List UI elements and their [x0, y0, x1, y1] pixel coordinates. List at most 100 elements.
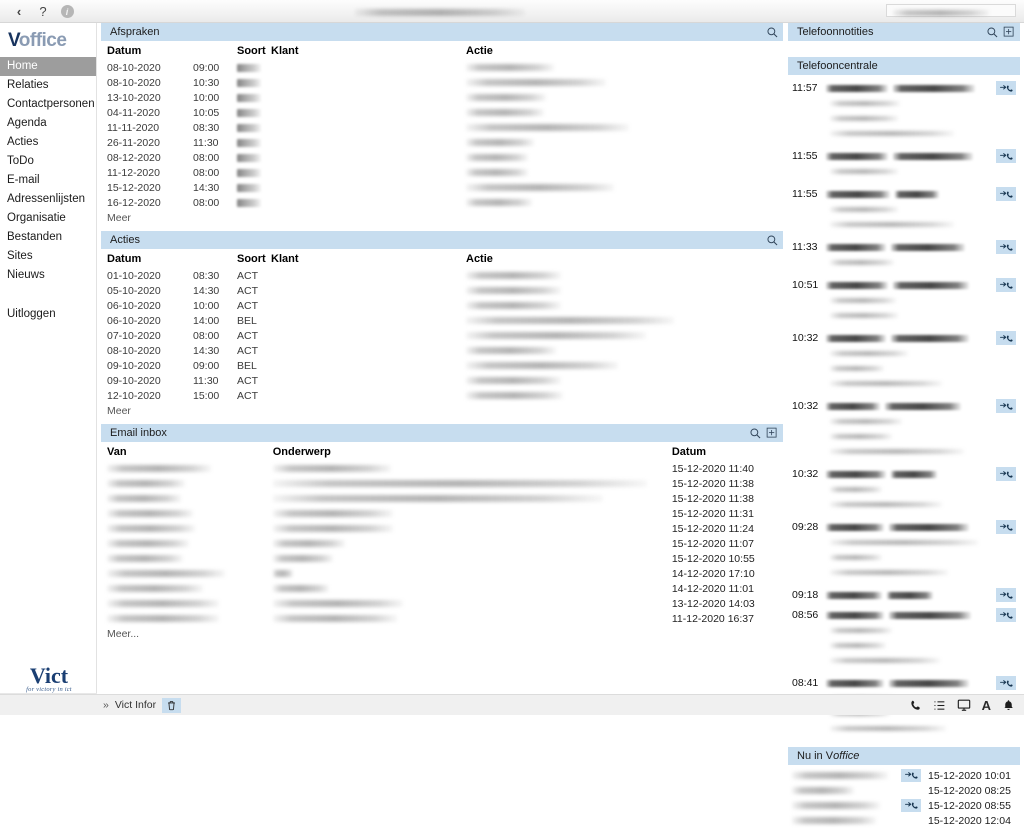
call-icon[interactable]: [901, 769, 921, 782]
telefooncentrale-entry[interactable]: 11:55: [788, 184, 1020, 237]
call-icon[interactable]: [996, 608, 1016, 622]
telefooncentrale-entry[interactable]: 09:18: [788, 585, 1020, 605]
call-icon[interactable]: [996, 467, 1016, 481]
nu-in-voffice-row[interactable]: 15-12-2020 10:01: [788, 768, 1020, 783]
call-icon[interactable]: [996, 331, 1016, 345]
acties-more-link[interactable]: Meer: [101, 403, 783, 420]
call-icon[interactable]: [996, 81, 1016, 95]
telefooncentrale-entry[interactable]: 08:56: [788, 605, 1020, 673]
monitor-icon[interactable]: [957, 698, 971, 712]
table-row[interactable]: 11-12-2020 16:37: [101, 611, 783, 626]
phone-icon[interactable]: [909, 699, 922, 712]
titlebar-field-redacted[interactable]: [886, 4, 1016, 17]
table-row[interactable]: 15-12-2020 11:38: [101, 476, 783, 491]
bell-icon[interactable]: [1002, 699, 1015, 712]
search-icon[interactable]: [766, 26, 779, 39]
info-button[interactable]: i: [56, 2, 78, 21]
sidebar-item-adressenlijsten[interactable]: Adressenlijsten: [0, 190, 96, 209]
table-row[interactable]: 08-10-202010:30: [101, 75, 783, 90]
table-row[interactable]: 11-12-202008:00: [101, 165, 783, 180]
sidebar-item-home[interactable]: Home: [0, 57, 96, 76]
trash-icon[interactable]: [162, 698, 181, 713]
call-icon[interactable]: [996, 149, 1016, 163]
cell-tijd: 11:30: [193, 373, 237, 388]
telefooncentrale-entry[interactable]: 11:57: [788, 78, 1020, 146]
entry-number-redacted: [826, 241, 886, 253]
table-row[interactable]: 06-10-202014:00BEL: [101, 313, 783, 328]
add-icon[interactable]: [766, 427, 779, 440]
bottom-bar-label[interactable]: Vict Infor: [115, 699, 156, 711]
call-icon[interactable]: [996, 588, 1016, 602]
sidebar-item-contactpersonen[interactable]: Contactpersonen: [0, 95, 96, 114]
email-inbox-more-link[interactable]: Meer...: [101, 626, 783, 643]
nu-in-voffice-row[interactable]: 15-12-2020 08:25: [788, 783, 1020, 798]
nu-in-voffice-row[interactable]: 15-12-2020 08:55: [788, 798, 1020, 813]
sidebar-item-bestanden[interactable]: Bestanden: [0, 228, 96, 247]
table-row[interactable]: 26-11-202011:30: [101, 135, 783, 150]
table-row[interactable]: 14-12-2020 11:01: [101, 581, 783, 596]
search-icon[interactable]: [766, 234, 779, 247]
sidebar-item-todo[interactable]: ToDo: [0, 152, 96, 171]
help-button[interactable]: ?: [32, 2, 54, 21]
table-row[interactable]: 11-11-202008:30: [101, 120, 783, 135]
table-row[interactable]: 06-10-202010:00ACT: [101, 298, 783, 313]
table-row[interactable]: 09-10-202009:00BEL: [101, 358, 783, 373]
telefooncentrale-entry[interactable]: 10:32: [788, 328, 1020, 396]
sidebar-item-agenda[interactable]: Agenda: [0, 114, 96, 133]
sidebar-item-organisatie[interactable]: Organisatie: [0, 209, 96, 228]
table-row[interactable]: 01-10-202008:30ACT: [101, 268, 783, 283]
table-row[interactable]: 13-12-2020 14:03: [101, 596, 783, 611]
telefooncentrale-entry[interactable]: 09:28: [788, 517, 1020, 585]
table-row[interactable]: 15-12-2020 11:31: [101, 506, 783, 521]
sidebar-item-sites[interactable]: Sites: [0, 247, 96, 266]
entry-number-redacted: [826, 150, 888, 162]
cell-klant-redacted: [271, 268, 466, 283]
table-row[interactable]: 14-12-2020 17:10: [101, 566, 783, 581]
table-row[interactable]: 15-12-2020 11:24: [101, 521, 783, 536]
call-icon[interactable]: [996, 520, 1016, 534]
expand-chevron-icon[interactable]: »: [103, 699, 109, 711]
table-row[interactable]: 04-11-202010:05: [101, 105, 783, 120]
table-row[interactable]: 08-10-202014:30ACT: [101, 343, 783, 358]
sidebar-item-e-mail[interactable]: E-mail: [0, 171, 96, 190]
telefooncentrale-entry[interactable]: 10:51: [788, 275, 1020, 328]
table-row[interactable]: 07-10-202008:00ACT: [101, 328, 783, 343]
sidebar-item-uitloggen[interactable]: Uitloggen: [0, 305, 96, 324]
list-icon[interactable]: [933, 699, 946, 712]
table-row[interactable]: 12-10-202015:00ACT: [101, 388, 783, 403]
sidebar-item-acties[interactable]: Acties: [0, 133, 96, 152]
telefooncentrale-entry[interactable]: 11:55: [788, 146, 1020, 184]
table-row[interactable]: 15-12-2020 11:07: [101, 536, 783, 551]
nu-in-voffice-row[interactable]: 15-12-2020 12:04: [788, 813, 1020, 828]
table-row[interactable]: 16-12-202008:00: [101, 195, 783, 210]
table-row[interactable]: 15-12-2020 11:40: [101, 461, 783, 476]
telefooncentrale-entry[interactable]: 10:32: [788, 396, 1020, 464]
table-row[interactable]: 15-12-2020 11:38: [101, 491, 783, 506]
search-icon[interactable]: [749, 427, 762, 440]
call-icon[interactable]: [996, 278, 1016, 292]
table-row[interactable]: 13-10-202010:00: [101, 90, 783, 105]
table-row[interactable]: 09-10-202011:30ACT: [101, 373, 783, 388]
text-size-icon[interactable]: A: [982, 698, 991, 713]
sidebar-item-label: E-mail: [7, 174, 40, 186]
call-icon[interactable]: [996, 187, 1016, 201]
call-icon[interactable]: [996, 399, 1016, 413]
sidebar-item-relaties[interactable]: Relaties: [0, 76, 96, 95]
afspraken-more-link[interactable]: Meer: [101, 210, 783, 227]
table-row[interactable]: 08-10-202009:00: [101, 60, 783, 75]
call-icon[interactable]: [996, 676, 1016, 690]
table-row[interactable]: 15-12-202014:30: [101, 180, 783, 195]
panel-nu-in-voffice-title: Nu in Voffice: [797, 750, 1016, 762]
telefooncentrale-entry[interactable]: 10:32: [788, 464, 1020, 517]
call-icon[interactable]: [996, 240, 1016, 254]
table-row[interactable]: 05-10-202014:30ACT: [101, 283, 783, 298]
telefooncentrale-entry[interactable]: 11:33: [788, 237, 1020, 275]
table-row[interactable]: 15-12-2020 10:55: [101, 551, 783, 566]
back-button[interactable]: ‹: [8, 2, 30, 21]
call-icon[interactable]: [901, 799, 921, 812]
search-icon[interactable]: [986, 26, 999, 39]
table-row[interactable]: 08-12-202008:00: [101, 150, 783, 165]
add-icon[interactable]: [1003, 26, 1016, 39]
cell-klant-redacted: [271, 120, 466, 135]
sidebar-item-nieuws[interactable]: Nieuws: [0, 266, 96, 285]
